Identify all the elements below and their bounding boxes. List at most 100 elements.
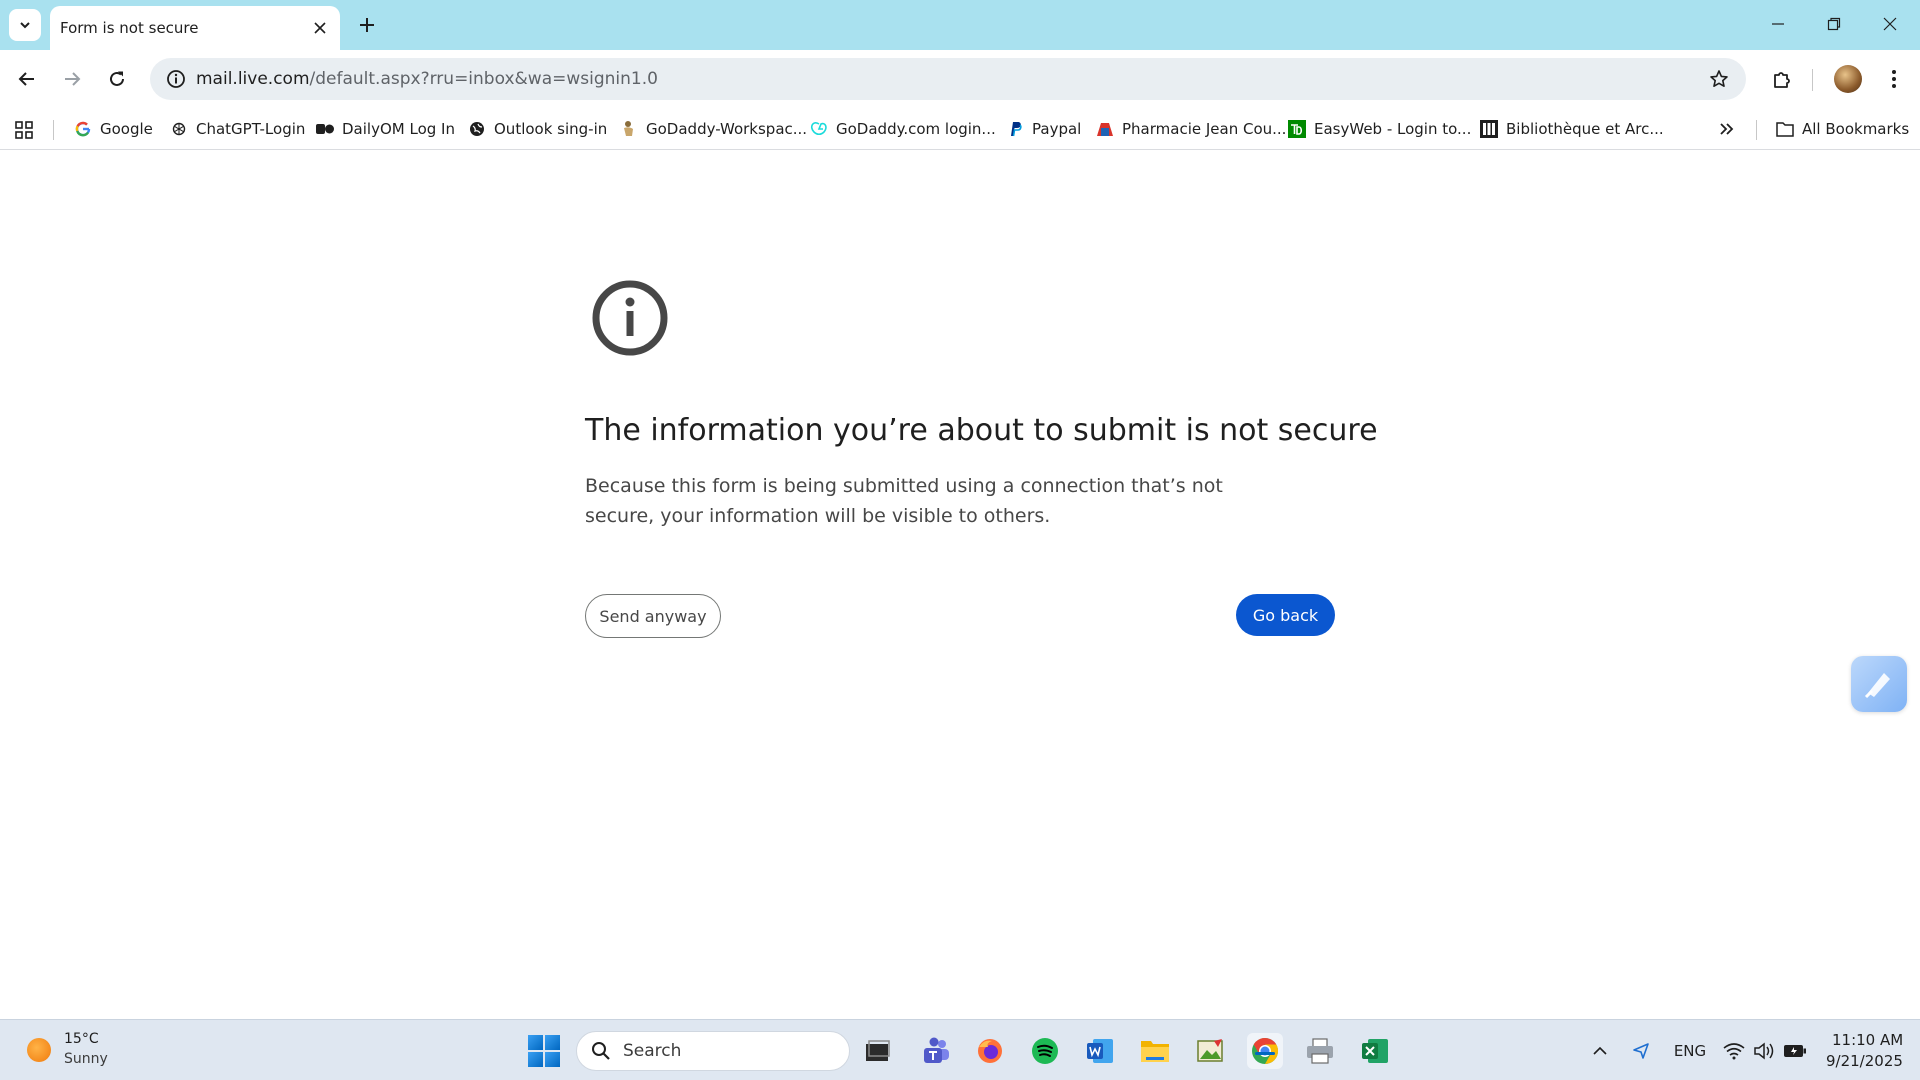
close-icon [1883, 17, 1897, 31]
tab-close-button[interactable] [310, 18, 330, 38]
bookmark-godaddy-login[interactable]: GoDaddy.com login... [810, 116, 996, 142]
bookmark-label: GoDaddy.com login... [836, 120, 996, 138]
go-back-button[interactable]: Go back [1236, 594, 1335, 636]
bookmark-bibliotheque[interactable]: Bibliothèque et Arc... [1480, 116, 1664, 142]
spotify-icon [1032, 1038, 1058, 1064]
battery-button[interactable] [1782, 1038, 1808, 1064]
weather-description[interactable]: Sunny [64, 1051, 108, 1067]
chevron-up-icon [1593, 1046, 1607, 1055]
taskbar-app-excel[interactable] [1357, 1033, 1393, 1069]
sun-icon[interactable] [27, 1038, 51, 1062]
interstitial-page: The information you’re about to submit i… [0, 151, 1920, 1019]
restore-button[interactable] [1814, 8, 1854, 40]
bookmark-star-button[interactable] [1704, 64, 1734, 94]
bookmark-pharmacie[interactable]: Pharmacie Jean Cou... [1096, 116, 1286, 142]
taskbar-search-box[interactable]: Search [576, 1031, 850, 1071]
reload-button[interactable] [99, 61, 135, 97]
minimize-button[interactable] [1758, 8, 1798, 40]
close-icon [314, 22, 326, 34]
taskbar-app-chrome[interactable] [1247, 1033, 1283, 1069]
bookmark-paypal[interactable]: Paypal [1006, 116, 1081, 142]
wifi-button[interactable] [1722, 1038, 1746, 1064]
location-arrow-icon [1633, 1043, 1649, 1059]
chevron-double-right-icon [1720, 123, 1734, 135]
extensions-button[interactable] [1764, 61, 1800, 97]
tab-search-button[interactable] [9, 9, 41, 41]
dailyom-icon [316, 120, 334, 138]
taskbar-app-task-view[interactable] [860, 1033, 896, 1069]
wifi-icon [1723, 1043, 1745, 1060]
apps-grid-icon [15, 121, 33, 139]
taskbar-app-image-editor[interactable] [1192, 1033, 1228, 1069]
godaddy-icon [810, 120, 828, 138]
taskbar-app-file-explorer[interactable] [1137, 1033, 1173, 1069]
forward-button[interactable] [54, 61, 90, 97]
google-icon [74, 120, 92, 138]
start-button[interactable] [528, 1035, 560, 1067]
bookmark-label: DailyOM Log In [342, 120, 455, 138]
reload-icon [110, 71, 124, 86]
toolbar-divider [1812, 69, 1813, 91]
taskbar-app-firefox[interactable] [972, 1033, 1008, 1069]
taskbar-app-spotify[interactable] [1027, 1033, 1063, 1069]
globe-icon [468, 120, 486, 138]
browser-toolbar: mail.live.com/default.aspx?rru=inbox&wa=… [0, 50, 1920, 108]
show-hidden-icons-button[interactable] [1588, 1038, 1612, 1064]
taskbar: 15°C Sunny Search ENG 11:10 AM 9/21/2025 [0, 1019, 1920, 1080]
side-widget-button[interactable] [1851, 656, 1907, 712]
teams-icon [924, 1037, 949, 1063]
pen-icon [1864, 673, 1890, 699]
address-bar[interactable]: mail.live.com/default.aspx?rru=inbox&wa=… [150, 58, 1746, 100]
all-bookmarks-button[interactable]: All Bookmarks [1776, 116, 1909, 142]
site-info-button[interactable] [156, 58, 196, 100]
apps-button[interactable] [12, 118, 36, 142]
tab-title: Form is not secure [60, 19, 199, 37]
taskbar-app-printer[interactable] [1302, 1033, 1338, 1069]
chevron-down-icon [20, 22, 30, 29]
browser-tab[interactable]: Form is not secure [50, 6, 340, 50]
windows-logo-icon [528, 1035, 543, 1050]
bookmark-label: EasyWeb - Login to... [1314, 120, 1472, 138]
more-vertical-icon [1892, 70, 1896, 88]
firefox-icon [978, 1039, 1002, 1063]
clock-date[interactable]: 9/21/2025 [1826, 1052, 1903, 1070]
bookmark-google[interactable]: Google [74, 116, 153, 142]
taskbar-app-word[interactable] [1082, 1033, 1118, 1069]
page-title: The information you’re about to submit i… [585, 413, 1378, 448]
weather-temperature[interactable]: 15°C [64, 1031, 99, 1047]
send-anyway-button[interactable]: Send anyway [585, 594, 721, 638]
close-window-button[interactable] [1870, 8, 1910, 40]
info-icon [167, 70, 185, 88]
word-icon [1087, 1039, 1113, 1063]
arrow-right-icon [65, 72, 81, 86]
browser-menu-button[interactable] [1876, 61, 1912, 97]
volume-button[interactable] [1752, 1038, 1776, 1064]
bookmark-label: ChatGPT-Login [196, 120, 306, 138]
bookmark-chatgpt[interactable]: ChatGPT-Login [170, 116, 305, 142]
restore-icon [1827, 17, 1841, 31]
info-icon [592, 280, 668, 356]
back-button[interactable] [9, 61, 45, 97]
new-tab-button[interactable] [352, 10, 382, 40]
more-bookmarks-button[interactable] [1714, 116, 1740, 142]
location-button[interactable] [1628, 1038, 1654, 1064]
volume-icon [1754, 1042, 1774, 1060]
page-description: Because this form is being submitted usi… [585, 475, 1223, 527]
language-indicator[interactable]: ENG [1670, 1038, 1710, 1064]
pharmacy-icon [1096, 120, 1114, 138]
bookmark-label: Outlook sing-in [494, 120, 608, 138]
bookmark-label: Bibliothèque et Arc... [1506, 120, 1664, 138]
profile-avatar[interactable] [1834, 65, 1862, 93]
chrome-icon [1252, 1037, 1279, 1065]
printer-icon [1307, 1038, 1333, 1064]
url-text: mail.live.com/default.aspx?rru=inbox&wa=… [196, 69, 658, 89]
taskbar-app-teams[interactable] [917, 1033, 953, 1069]
bookmarks-bar: Google ChatGPT-Login DailyOM Log In Outl… [0, 108, 1920, 150]
bookmark-easyweb[interactable]: EasyWeb - Login to... [1288, 116, 1471, 142]
clock-time[interactable]: 11:10 AM [1832, 1031, 1903, 1049]
openai-icon [170, 120, 188, 138]
bookmark-godaddy-workspace[interactable]: GoDaddy-Workspac... [620, 116, 807, 142]
bookmark-dailyom[interactable]: DailyOM Log In [316, 116, 455, 142]
bookmark-outlook[interactable]: Outlook sing-in [468, 116, 607, 142]
excel-icon [1362, 1039, 1388, 1063]
